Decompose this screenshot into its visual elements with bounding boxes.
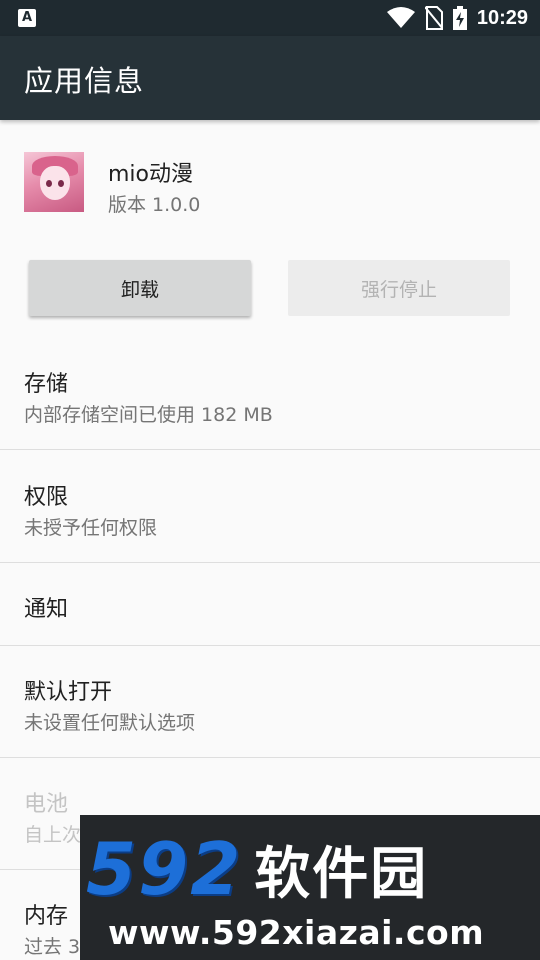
open-by-default-item[interactable]: 默认打开 未设置任何默认选项 [0, 646, 540, 758]
item-subtitle: 未授予任何权限 [24, 517, 158, 539]
item-subtitle: 自上次 [24, 824, 82, 846]
no-sim-icon [424, 6, 443, 30]
item-title: 存储 [24, 372, 69, 397]
permissions-item[interactable]: 权限 未授予任何权限 [0, 450, 540, 563]
app-bar: 应用信息 [0, 36, 540, 120]
status-bar: A 10:29 [0, 0, 540, 36]
watermark-text: 软件园 [254, 841, 429, 907]
item-subtitle: 过去 3 [24, 936, 81, 958]
item-title: 内存 [24, 904, 69, 929]
notifications-item[interactable]: 通知 [0, 563, 540, 646]
wifi-icon [386, 7, 415, 28]
item-subtitle: 内部存储空间已使用 182 MB [24, 404, 273, 426]
app-header: mio动漫 版本 1.0.0 [0, 120, 540, 240]
app-version: 版本 1.0.0 [108, 194, 201, 216]
uninstall-button[interactable]: 卸载 [29, 260, 251, 316]
watermark-url: www.592xiazai.com [108, 913, 485, 952]
item-title: 权限 [24, 485, 69, 510]
item-title: 电池 [24, 792, 69, 817]
watermark-number: 592 [86, 827, 243, 911]
item-title: 默认打开 [24, 680, 113, 705]
status-time: 10:29 [476, 6, 528, 29]
watermark: 592 软件园 www.592xiazai.com [80, 815, 540, 960]
watermark-logo: 592 软件园 [86, 821, 428, 917]
item-title: 通知 [24, 597, 69, 622]
page-title: 应用信息 [24, 64, 145, 98]
app-name: mio动漫 [108, 162, 194, 187]
storage-item[interactable]: 存储 内部存储空间已使用 182 MB [0, 336, 540, 450]
app-icon [24, 152, 84, 212]
force-stop-button: 强行停止 [288, 260, 510, 316]
item-subtitle: 未设置任何默认选项 [24, 712, 196, 734]
battery-charging-icon [452, 6, 467, 30]
status-icons: 10:29 [386, 0, 528, 36]
notification-icon: A [18, 9, 36, 27]
